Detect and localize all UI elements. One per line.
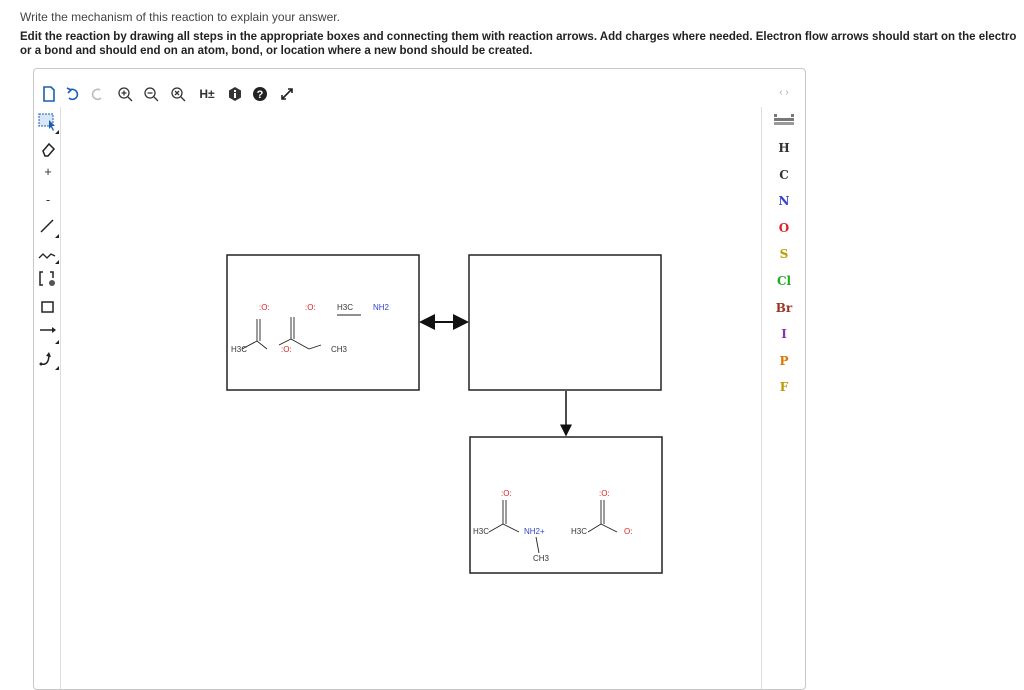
zoom-reset-icon[interactable]: [167, 83, 189, 105]
fullscreen-icon[interactable]: [276, 83, 298, 105]
amide-methyl: H3C: [473, 527, 490, 536]
single-bond-icon[interactable]: [36, 215, 60, 239]
top-toolbar: H± ?: [34, 83, 334, 107]
reactant-box: [226, 254, 420, 391]
periodic-table-icon[interactable]: [763, 109, 805, 131]
instructions-line-2: or a bond and should end on an atom, bon…: [20, 45, 533, 57]
intermediate-box: [468, 254, 662, 391]
box-tool-icon[interactable]: [36, 295, 60, 319]
acetate-oxygen-anion: O:: [624, 527, 633, 536]
info-icon[interactable]: [224, 83, 246, 105]
positive-charge-button[interactable]: +: [36, 159, 60, 183]
eraser-icon[interactable]: [36, 137, 60, 161]
methyl-left: H3C: [231, 345, 248, 354]
element-o-button[interactable]: O: [763, 217, 805, 239]
element-cl-button[interactable]: Cl: [763, 270, 805, 292]
zoom-in-icon[interactable]: [114, 83, 136, 105]
product-box: [469, 436, 663, 574]
bracket-tool-icon[interactable]: [36, 267, 60, 291]
zoom-out-icon[interactable]: [140, 83, 162, 105]
element-c-button[interactable]: C: [763, 164, 805, 186]
n-methyl: CH3: [533, 554, 550, 563]
palette-nav-arrows[interactable]: ‹ ›: [763, 81, 805, 103]
undo-icon[interactable]: [62, 83, 84, 105]
bridging-oxygen: :O:: [281, 345, 292, 354]
reaction-arrow-icon[interactable]: [36, 321, 60, 345]
amide-carbonyl-oxygen: :O:: [501, 489, 512, 498]
instructions-line-1: Edit the reaction by drawing all steps i…: [20, 31, 1017, 43]
methyl-right: CH3: [331, 345, 348, 354]
methylamine-nitrogen: NH2: [373, 303, 390, 312]
acetate-methyl: H3C: [571, 527, 588, 536]
element-h-button[interactable]: H: [763, 137, 805, 159]
new-document-icon[interactable]: [38, 83, 60, 105]
carbonyl-oxygen-1: :O:: [259, 303, 270, 312]
ammonium-nitrogen: NH2+: [524, 527, 545, 536]
element-br-button[interactable]: Br: [763, 297, 805, 319]
svg-text:?: ?: [257, 89, 264, 101]
carbonyl-oxygen-2: :O:: [305, 303, 316, 312]
left-toolbar: + -: [34, 107, 60, 689]
methylamine-carbon: H3C: [337, 303, 354, 312]
element-n-button[interactable]: N: [763, 190, 805, 212]
explicit-hydrogens-button[interactable]: H±: [194, 83, 220, 105]
acetate-carbonyl-oxygen: :O:: [599, 489, 610, 498]
drawing-canvas[interactable]: :O: :O: H3C :O: CH3 H3C NH2 :O: H3C NH2+…: [61, 107, 761, 689]
negative-charge-button[interactable]: -: [36, 187, 60, 211]
select-tool-icon[interactable]: [36, 111, 60, 135]
redo-icon[interactable]: [86, 83, 108, 105]
right-divider: [761, 107, 762, 689]
reaction-diagram: [226, 254, 663, 574]
instructions: Edit the reaction by drawing all steps i…: [20, 30, 1024, 58]
question-intro: Write the mechanism of this reaction to …: [20, 10, 340, 24]
chain-tool-icon[interactable]: [36, 241, 60, 265]
element-p-button[interactable]: P: [763, 350, 805, 372]
electron-flow-arrow-icon[interactable]: [36, 347, 60, 371]
help-icon[interactable]: ?: [249, 83, 271, 105]
mechanism-editor: H± ? + - ‹ › H C N O S Cl Br I P F:O::…: [33, 68, 806, 690]
element-i-button[interactable]: I: [763, 323, 805, 345]
element-f-button[interactable]: F: [763, 376, 805, 398]
element-s-button[interactable]: S: [763, 243, 805, 265]
